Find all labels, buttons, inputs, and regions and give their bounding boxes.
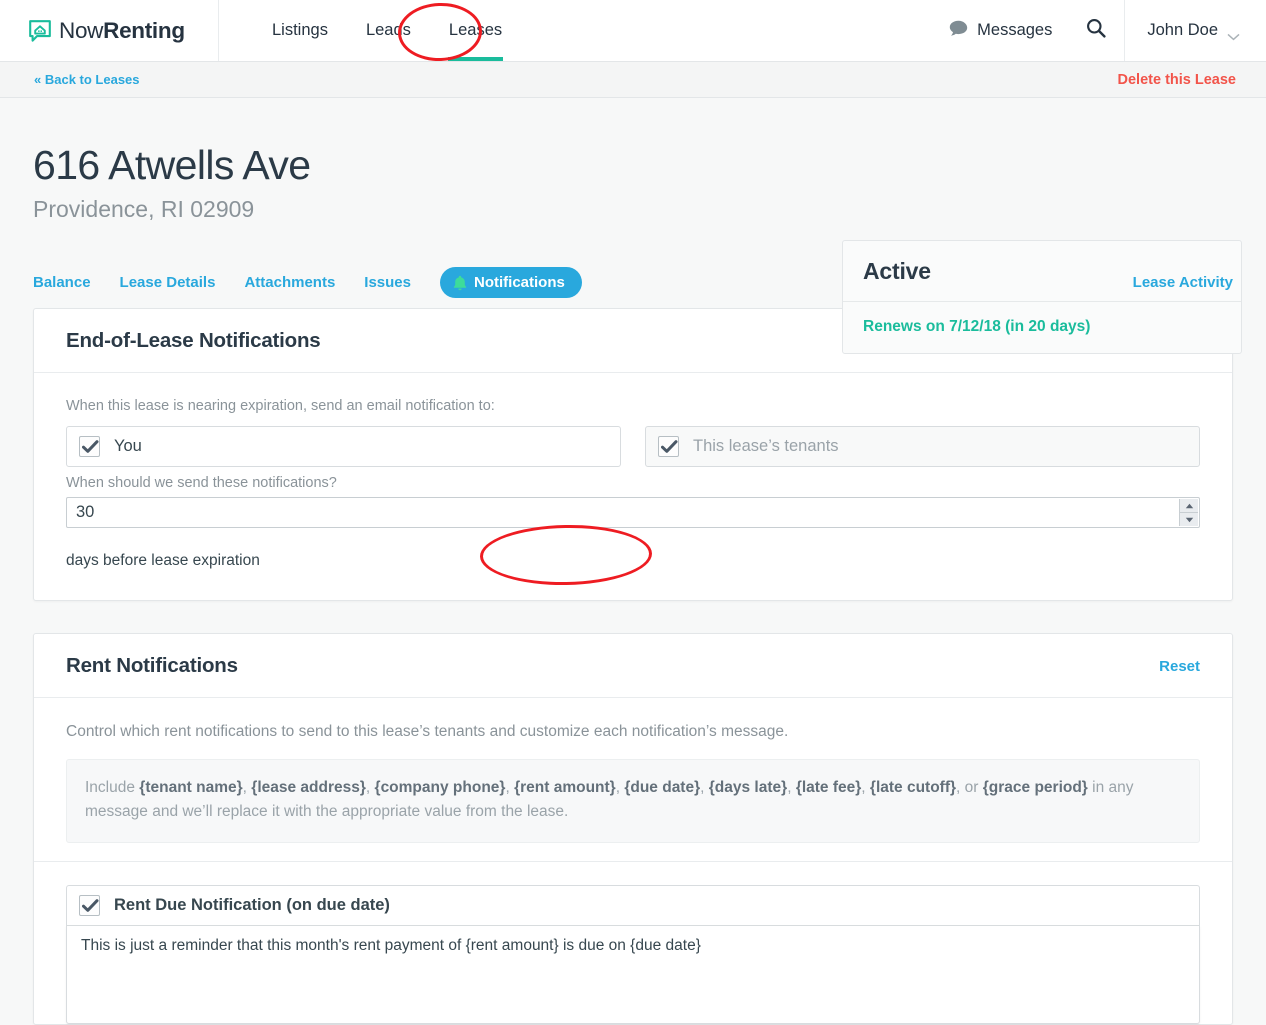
chevron-down-icon xyxy=(1227,27,1240,41)
recipient-tenants-label: This lease’s tenants xyxy=(693,437,839,456)
recipient-you-label: You xyxy=(114,437,142,456)
brand-name-bold: Renting xyxy=(103,17,185,43)
search-icon xyxy=(1086,18,1106,43)
user-menu[interactable]: John Doe xyxy=(1124,0,1266,61)
tab-notifications[interactable]: Notifications xyxy=(440,267,582,299)
rent-due-notification-label: Rent Due Notification (on due date) xyxy=(114,896,390,915)
tab-issues[interactable]: Issues xyxy=(364,274,411,291)
rent-due-notification-section: Rent Due Notification (on due date) This… xyxy=(34,862,1232,1025)
days-before-expiration-value: 30 xyxy=(76,503,95,522)
search-button[interactable] xyxy=(1068,0,1124,61)
token-due-date: {due date} xyxy=(624,779,701,797)
nav-item-leads[interactable]: Leads xyxy=(347,0,430,61)
tab-notifications-label: Notifications xyxy=(474,274,565,292)
lease-tabs: Balance Lease Details Attachments Issues… xyxy=(33,267,1242,587)
back-to-leases-link[interactable]: « Back to Leases xyxy=(34,72,140,87)
speech-bubble-house-icon xyxy=(28,19,52,43)
bell-icon xyxy=(453,275,467,291)
days-before-expiration-input[interactable]: 30 xyxy=(66,497,1200,529)
spinner-down-icon[interactable] xyxy=(1180,513,1198,526)
checkbox-checked-icon xyxy=(79,436,100,458)
token-grace-period: {grace period} xyxy=(982,779,1088,797)
end-of-lease-panel-body: When this lease is nearing expiration, s… xyxy=(34,373,1232,600)
recipient-tenants-checkbox[interactable]: This lease’s tenants xyxy=(645,426,1200,468)
page-content: 616 Atwells Ave Providence, RI 02909 Act… xyxy=(0,98,1266,1025)
token-rent-amount: {rent amount} xyxy=(514,779,616,797)
end-of-lease-prompt: When this lease is nearing expiration, s… xyxy=(66,398,495,415)
token-lease-address: {lease address} xyxy=(251,779,366,797)
spinner-up-icon[interactable] xyxy=(1180,499,1198,514)
timing-label: When should we send these notifications? xyxy=(66,475,337,492)
rent-due-notification-card: Rent Due Notification (on due date) This… xyxy=(66,885,1200,1025)
token-late-cutoff: {late cutoff} xyxy=(869,779,957,797)
end-of-lease-heading: End-of-Lease Notifications xyxy=(66,329,321,353)
messages-label: Messages xyxy=(977,21,1053,39)
brand-name: NowRenting xyxy=(59,18,185,44)
user-name: John Doe xyxy=(1147,21,1218,39)
rent-notifications-heading: Rent Notifications xyxy=(66,654,238,678)
recipient-you-checkbox[interactable]: You xyxy=(66,426,621,468)
page-subtitle: Providence, RI 02909 xyxy=(33,196,255,223)
tab-attachments[interactable]: Attachments xyxy=(244,274,335,291)
lease-title-block: 616 Atwells Ave Providence, RI 02909 xyxy=(24,98,1242,223)
nav-item-leases[interactable]: Leases xyxy=(430,0,521,61)
delete-lease-link[interactable]: Delete this Lease xyxy=(1118,72,1236,88)
nav-item-listings[interactable]: Listings xyxy=(253,0,347,61)
brand-logo[interactable]: NowRenting xyxy=(0,0,219,61)
recipient-checkbox-row: You This lease’s tenants xyxy=(66,426,1200,468)
secondary-bar: « Back to Leases Delete this Lease xyxy=(0,62,1266,98)
rent-notifications-body: Control which rent notifications to send… xyxy=(34,698,1232,861)
tab-lease-details[interactable]: Lease Details xyxy=(120,274,216,291)
top-navigation-bar: NowRenting Listings Leads Leases Message… xyxy=(0,0,1266,63)
token-help-box: Include {tenant name}, {lease address}, … xyxy=(66,759,1200,844)
number-spinner[interactable] xyxy=(1179,499,1198,527)
tokens-or: , or xyxy=(956,779,983,797)
panel-gap xyxy=(24,601,1242,633)
top-right-actions: Messages John Doe xyxy=(933,0,1266,61)
rent-due-notification-checkbox[interactable]: Rent Due Notification (on due date) xyxy=(66,885,1200,927)
status-card-body: Renews on 7/12/18 (in 20 days) xyxy=(843,302,1241,353)
main-nav: Listings Leads Leases xyxy=(253,0,521,61)
rent-due-message-textarea[interactable]: This is just a reminder that this month'… xyxy=(66,926,1200,1025)
brand-name-light: Now xyxy=(59,17,104,43)
rent-notifications-panel-header: Rent Notifications Reset xyxy=(34,634,1232,699)
rent-notifications-description: Control which rent notifications to send… xyxy=(66,723,789,741)
tokens-intro: Include xyxy=(85,779,140,797)
token-days-late: {days late} xyxy=(708,779,788,797)
days-before-expiration-suffix: days before lease expiration xyxy=(66,552,260,570)
token-help-text: Include {tenant name}, {lease address}, … xyxy=(85,779,1134,821)
checkbox-checked-icon xyxy=(79,895,100,917)
rent-notifications-panel: Rent Notifications Reset Control which r… xyxy=(33,633,1233,1025)
chat-bubble-icon xyxy=(949,20,968,42)
lease-activity-link[interactable]: Lease Activity xyxy=(1133,274,1242,291)
token-late-fee: {late fee} xyxy=(795,779,862,797)
token-tenant-name: {tenant name} xyxy=(139,779,243,797)
tab-balance[interactable]: Balance xyxy=(33,274,91,291)
page-title: 616 Atwells Ave xyxy=(33,142,311,188)
messages-button[interactable]: Messages xyxy=(933,0,1068,61)
renewal-text: Renews on 7/12/18 (in 20 days) xyxy=(863,318,1091,335)
checkbox-checked-icon xyxy=(658,436,679,458)
reset-button[interactable]: Reset xyxy=(1159,658,1200,675)
token-company-phone: {company phone} xyxy=(374,779,506,797)
